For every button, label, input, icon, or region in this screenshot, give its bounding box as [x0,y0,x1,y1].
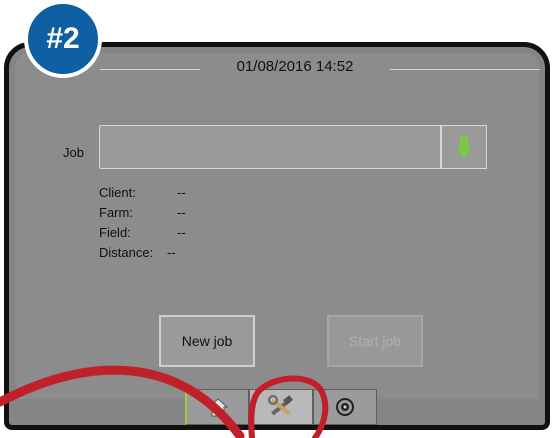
tab-tools[interactable] [249,389,313,425]
job-screen: 01/08/2016 14:52 Job Client: -- Farm: --… [15,53,540,399]
start-job-button[interactable]: Start job [327,315,423,367]
datetime: 01/08/2016 14:52 [236,58,354,75]
device-screen: 01/08/2016 14:52 Job Client: -- Farm: --… [4,42,550,430]
detail-distance: Distance: -- [99,245,176,260]
home-icon [207,398,228,417]
detail-field: Field: -- [99,225,186,240]
tab-home[interactable] [185,389,249,425]
datetime-rule-left [100,69,200,70]
datetime-rule-right [390,69,540,70]
detail-client: Client: -- [99,185,186,200]
green-down-arrow-icon [456,136,472,158]
bottom-tab-bar [185,389,377,425]
detail-farm: Farm: -- [99,205,186,220]
step-badge: #2 [24,0,102,78]
step-badge-label: #2 [24,0,102,78]
job-details: Client: -- Farm: -- Field: -- Distance: … [99,183,186,263]
tools-icon [268,395,293,416]
job-select-field[interactable] [99,125,441,169]
tab-target[interactable] [313,389,377,425]
new-job-button[interactable]: New job [159,315,255,367]
job-label: Job [63,145,84,160]
target-icon [336,398,354,416]
job-dropdown-button[interactable] [441,125,487,169]
